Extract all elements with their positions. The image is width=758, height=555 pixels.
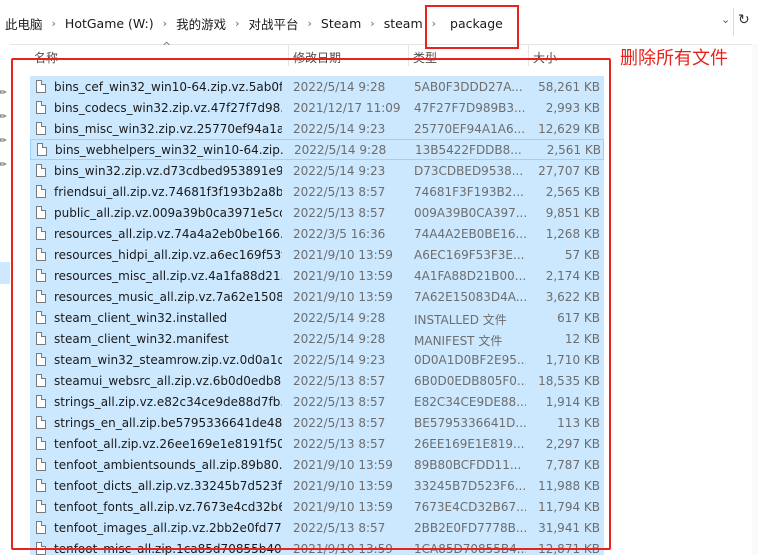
crumb-hotgame-drive[interactable]: HotGame (W:) — [64, 16, 155, 31]
address-divider — [733, 8, 734, 36]
chevron-right-icon[interactable]: › — [155, 17, 175, 30]
address-bar[interactable]: 此电脑 › HotGame (W:) › 我的游戏 › 对战平台 › Steam… — [0, 0, 758, 45]
crumb-steam-root[interactable]: Steam — [320, 16, 362, 31]
annotation-box-package — [425, 5, 519, 49]
pin-icon: ✎ — [0, 86, 10, 100]
chevron-right-icon[interactable]: › — [300, 17, 320, 30]
annotation-box-files — [11, 58, 611, 550]
annotation-label: 删除所有文件 — [620, 48, 728, 69]
refresh-icon[interactable]: ↻ — [738, 12, 750, 28]
scrollbar-track[interactable] — [752, 44, 758, 555]
pin-icon: ✎ — [0, 134, 10, 148]
crumb-my-games[interactable]: 我的游戏 — [175, 14, 227, 33]
crumb-battle-platform[interactable]: 对战平台 — [247, 14, 299, 33]
chevron-down-icon[interactable]: ⌄ — [721, 13, 730, 26]
pin-icon: ✎ — [0, 158, 10, 172]
crumb-steam[interactable]: steam — [383, 16, 424, 31]
chevron-right-icon[interactable]: › — [227, 17, 247, 30]
crumb-this-pc[interactable]: 此电脑 — [4, 14, 44, 33]
sort-ascending-icon: ^ — [162, 40, 172, 53]
nav-selected-item[interactable] — [0, 262, 10, 284]
pin-icon: ✎ — [0, 110, 10, 124]
chevron-right-icon[interactable]: › — [44, 17, 64, 30]
chevron-right-icon[interactable]: › — [362, 17, 382, 30]
navigation-pane[interactable]: ✎ ✎ ✎ ✎ — [0, 44, 10, 555]
